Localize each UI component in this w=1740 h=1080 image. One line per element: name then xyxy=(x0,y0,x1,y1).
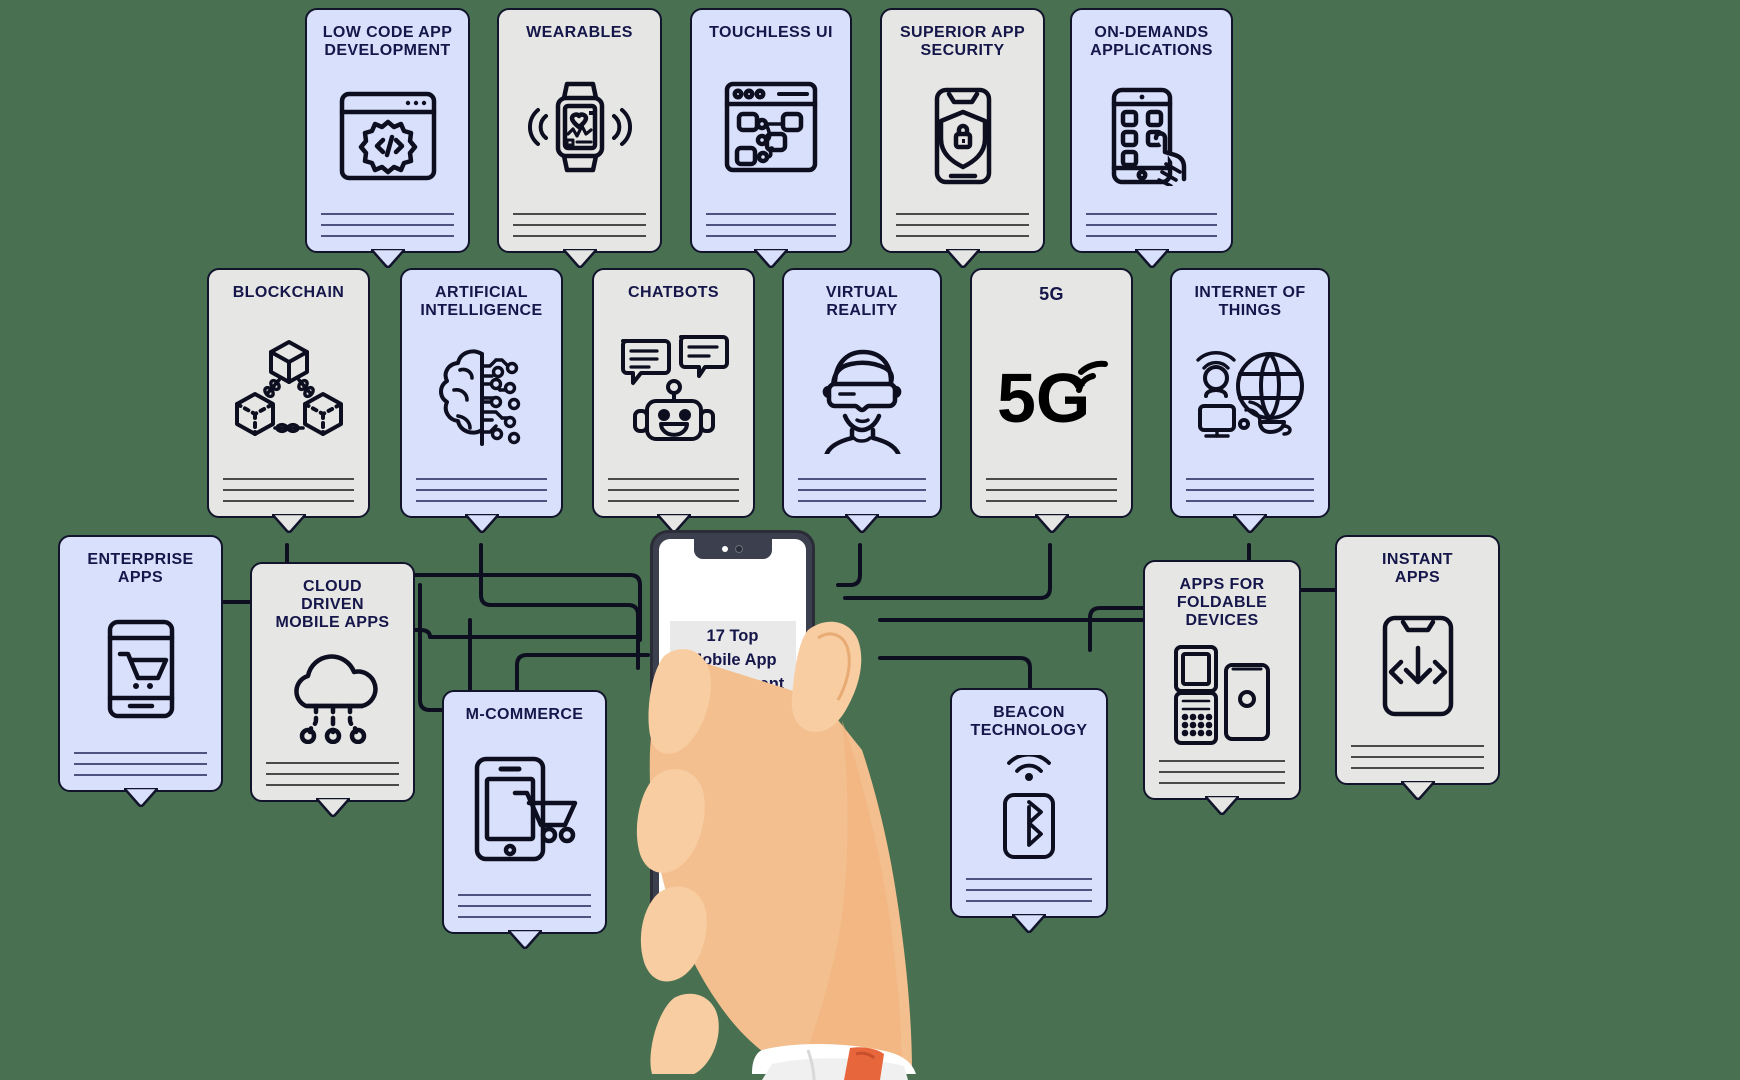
phone-download-icon xyxy=(1337,587,1498,745)
card-rules xyxy=(1145,760,1299,798)
vr-headset-person-icon xyxy=(784,320,940,478)
card-tail xyxy=(1400,781,1435,800)
card-rules xyxy=(972,478,1131,516)
blockchain-cubes-icon xyxy=(209,302,368,478)
card-rules xyxy=(952,878,1106,916)
card-tail xyxy=(315,798,350,817)
card-on-demands-applications[interactable]: ON-DEMANDS APPLICATIONS xyxy=(1070,8,1233,268)
card-title: ARTIFICIAL INTELLIGENCE xyxy=(420,284,543,319)
card-blockchain[interactable]: BLOCKCHAIN xyxy=(207,268,370,533)
card-title: APPS FOR FOLDABLE DEVICES xyxy=(1176,576,1268,629)
card-apps-for-foldable-devices[interactable]: APPS FOR FOLDABLE DEVICES xyxy=(1143,560,1301,815)
svg-text:5G: 5G xyxy=(997,359,1090,436)
sensor-dot-icon xyxy=(735,545,743,553)
card-rules xyxy=(252,762,413,800)
phone-cart-icon xyxy=(60,587,221,752)
phone-text-placeholder xyxy=(678,782,787,817)
brain-circuit-icon xyxy=(402,320,561,478)
phone-screen: 17 Top Mobile App Development Trends To … xyxy=(659,539,806,941)
code-window-icon xyxy=(307,60,468,213)
phone-shield-lock-icon xyxy=(882,60,1043,213)
card-rules xyxy=(784,478,940,516)
phone-notch xyxy=(693,539,772,559)
card-internet-of-things[interactable]: INTERNET OF THINGS xyxy=(1170,268,1330,533)
card-cloud-driven-mobile-apps[interactable]: CLOUD DRIVEN MOBILE APPS xyxy=(250,562,415,817)
tablet-cart-icon xyxy=(444,724,605,894)
card-title: ENTERPRISE APPS xyxy=(87,551,194,586)
card-superior-app-security[interactable]: SUPERIOR APP SECURITY xyxy=(880,8,1045,268)
card-tail xyxy=(464,514,499,533)
card-title: VIRTUAL REALITY xyxy=(825,284,899,319)
card-virtual-reality[interactable]: VIRTUAL REALITY xyxy=(782,268,942,533)
card-tail xyxy=(1012,914,1046,933)
card-title: BEACON TECHNOLOGY xyxy=(970,704,1088,739)
card-enterprise-apps[interactable]: ENTERPRISE APPS xyxy=(58,535,223,807)
card-touchless-ui[interactable]: TOUCHLESS UI xyxy=(690,8,852,268)
card-m-commerce[interactable]: M-COMMERCE xyxy=(442,690,607,949)
card-rules xyxy=(1337,745,1498,783)
iot-globe-icon xyxy=(1172,320,1328,478)
card-rules xyxy=(444,894,605,932)
camera-dot-icon xyxy=(722,546,728,552)
robot-chat-icon xyxy=(594,302,753,478)
card-title: ON-DEMANDS APPLICATIONS xyxy=(1090,24,1213,59)
card-rules xyxy=(60,752,221,790)
card-instant-apps[interactable]: INSTANT APPS xyxy=(1335,535,1500,800)
card-rules xyxy=(307,213,468,251)
central-phone-mockup: 17 Top Mobile App Development Trends To … xyxy=(650,530,815,950)
flow-window-icon xyxy=(692,42,850,213)
card-rules xyxy=(1072,213,1231,251)
card-rules xyxy=(209,478,368,516)
tap-phone-icon xyxy=(1072,60,1231,213)
card-rules xyxy=(594,478,753,516)
infographic-canvas: LOW CODE APP DEVELOPMENT WEARABLES TOUCH… xyxy=(0,0,1740,1080)
card-chatbots[interactable]: CHATBOTS xyxy=(592,268,755,533)
card-tail xyxy=(271,514,306,533)
card-tail xyxy=(1034,514,1069,533)
foldable-phones-icon xyxy=(1145,630,1299,760)
card-tail xyxy=(507,930,542,949)
card-title: CHATBOTS xyxy=(628,284,719,301)
card-tail xyxy=(123,788,158,807)
card-tail xyxy=(1233,514,1267,533)
card-tail xyxy=(1205,796,1239,815)
card-title: M-COMMERCE xyxy=(465,706,584,723)
card-rules xyxy=(402,478,561,516)
beacon-bluetooth-icon xyxy=(952,740,1106,878)
card-tail xyxy=(945,249,980,268)
smartwatch-icon xyxy=(499,42,660,213)
card-rules xyxy=(692,213,850,251)
card-tail xyxy=(562,249,597,268)
card-title: INSTANT APPS xyxy=(1382,551,1453,586)
card-tail xyxy=(370,249,405,268)
card-low-code-app-development[interactable]: LOW CODE APP DEVELOPMENT xyxy=(305,8,470,268)
card-artificial-intelligence[interactable]: ARTIFICIAL INTELLIGENCE xyxy=(400,268,563,533)
card-tail xyxy=(754,249,788,268)
card-rules xyxy=(499,213,660,251)
card-title: BLOCKCHAIN xyxy=(232,284,345,301)
card-tail xyxy=(845,514,879,533)
phone-headline: 17 Top Mobile App Development Trends To … xyxy=(669,621,796,773)
card-rules xyxy=(1172,478,1328,516)
card-title: TOUCHLESS UI xyxy=(709,24,833,41)
cloud-nodes-icon xyxy=(252,632,413,762)
card-title: LOW CODE APP DEVELOPMENT xyxy=(322,24,453,59)
card-rules xyxy=(882,213,1043,251)
card-beacon-technology[interactable]: BEACON TECHNOLOGY xyxy=(950,688,1108,933)
card-title: CLOUD DRIVEN MOBILE APPS xyxy=(275,578,390,631)
card-5g[interactable]: 5G 5G xyxy=(970,268,1133,533)
card-wearables[interactable]: WEARABLES xyxy=(497,8,662,268)
card-title: WEARABLES xyxy=(526,24,633,41)
card-tail xyxy=(1134,249,1169,268)
5g-signal-icon: 5G xyxy=(972,304,1131,478)
card-title: 5G xyxy=(1039,284,1064,304)
card-title: SUPERIOR APP SECURITY xyxy=(899,24,1026,59)
card-title: INTERNET OF THINGS xyxy=(1194,284,1306,319)
